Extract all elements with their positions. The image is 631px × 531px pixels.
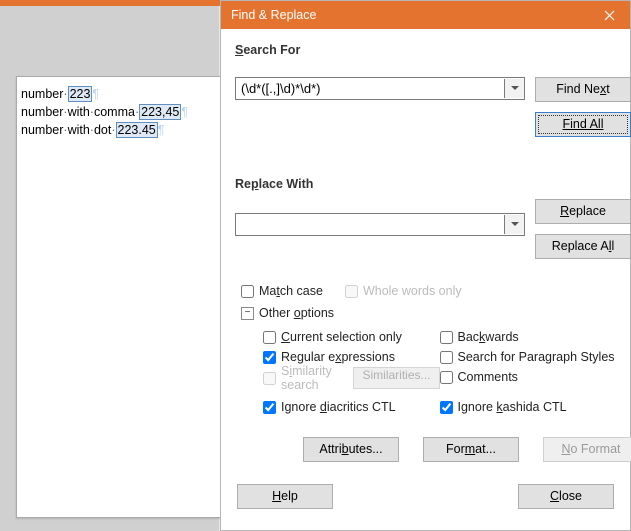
ignore-kashida-checkbox[interactable]: Ignore kashida CTL [440,397,617,417]
match-case-checkbox[interactable]: Match case [241,281,323,301]
whole-words-input [345,285,358,298]
doc-line-1: number·223¶ [21,85,216,103]
page: number·223¶ number·with·comma·223,45¶ nu… [16,76,220,518]
similarity-input [263,372,276,385]
close-icon[interactable] [588,1,630,29]
dialog-title: Find & Replace [231,8,588,22]
help-button[interactable]: Help [237,484,333,509]
ignore-kashida-input[interactable] [440,401,453,414]
no-format-button: No Format [543,437,631,462]
replace-dropdown-button[interactable] [504,215,524,234]
replace-all-button[interactable]: Replace All [535,234,631,259]
paragraph-styles-input[interactable] [440,351,453,364]
format-button[interactable]: Format... [423,437,519,462]
search-input[interactable] [236,79,504,98]
replace-with-label: Replace With [235,177,616,191]
current-selection-checkbox[interactable]: Current selection only [263,327,440,347]
similarities-button: Similarities... [353,367,439,389]
replace-input-wrapper [235,213,525,236]
close-button[interactable]: Close [518,484,614,509]
titlebar[interactable]: Find & Replace [221,1,630,29]
backwards-checkbox[interactable]: Backwards [440,327,617,347]
comments-input[interactable] [440,371,453,384]
find-next-button[interactable]: Find Next [535,77,631,102]
paragraph-styles-checkbox[interactable]: Search for Paragraph Styles [440,347,617,367]
other-options-toggle[interactable]: − Other options [241,303,616,323]
comments-checkbox[interactable]: Comments [440,367,617,387]
doc-line-2: number·with·comma·223,45¶ [21,103,216,121]
ignore-diacritics-input[interactable] [263,401,276,414]
whole-words-checkbox: Whole words only [345,281,462,301]
document-pane: number·223¶ number·with·comma·223,45¶ nu… [0,6,219,531]
find-all-button[interactable]: Find All [535,112,631,137]
replace-button[interactable]: Replace [535,199,631,224]
collapse-icon[interactable]: − [241,307,254,320]
regex-input[interactable] [263,351,276,364]
search-input-wrapper [235,77,525,100]
backwards-input[interactable] [440,331,453,344]
similarity-checkbox: Similarity search [263,368,345,388]
attributes-button[interactable]: Attributes... [303,437,399,462]
current-selection-input[interactable] [263,331,276,344]
ignore-diacritics-checkbox[interactable]: Ignore diacritics CTL [263,397,440,417]
replace-input[interactable] [236,215,504,234]
doc-line-3: number·with·dot·223.45¶ [21,121,216,139]
find-replace-dialog: Find & Replace Search For Find Next Find… [220,0,631,531]
match-case-input[interactable] [241,285,254,298]
search-for-label: Search For [235,43,616,57]
search-dropdown-button[interactable] [504,79,524,98]
